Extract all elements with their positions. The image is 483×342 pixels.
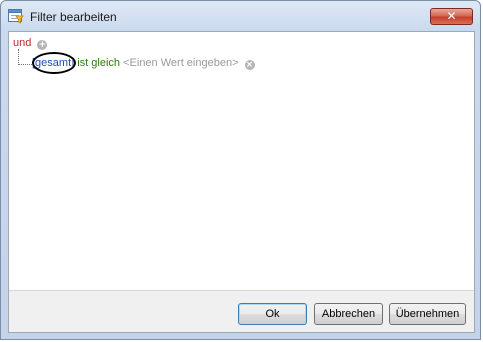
dialog-client-area: und + [gesamt] ist gleich <Einen Wert ei… xyxy=(8,31,475,333)
close-button[interactable]: ✕ xyxy=(430,8,473,25)
add-condition-icon[interactable]: + xyxy=(37,40,48,50)
filter-editor[interactable]: und + [gesamt] ist gleich <Einen Wert ei… xyxy=(9,32,474,291)
cancel-button[interactable]: Abbrechen xyxy=(314,303,383,325)
apply-button[interactable]: Übernehmen xyxy=(389,303,466,325)
field-highlight-annotation xyxy=(32,52,76,74)
window-title: Filter bearbeiten xyxy=(30,10,117,24)
condition-value-input[interactable]: <Einen Wert eingeben> xyxy=(123,57,238,69)
filter-edit-icon xyxy=(8,9,24,24)
title-bar[interactable]: Filter bearbeiten ✕ xyxy=(1,1,480,31)
ok-button[interactable]: Ok xyxy=(238,303,307,325)
remove-condition-icon[interactable]: × xyxy=(244,60,255,70)
tree-connector xyxy=(18,49,32,65)
condition-operator[interactable]: ist gleich xyxy=(77,57,120,69)
filter-dialog: Filter bearbeiten ✕ und + [gesamt] ist g… xyxy=(0,0,481,340)
group-operator[interactable]: und xyxy=(13,37,31,49)
